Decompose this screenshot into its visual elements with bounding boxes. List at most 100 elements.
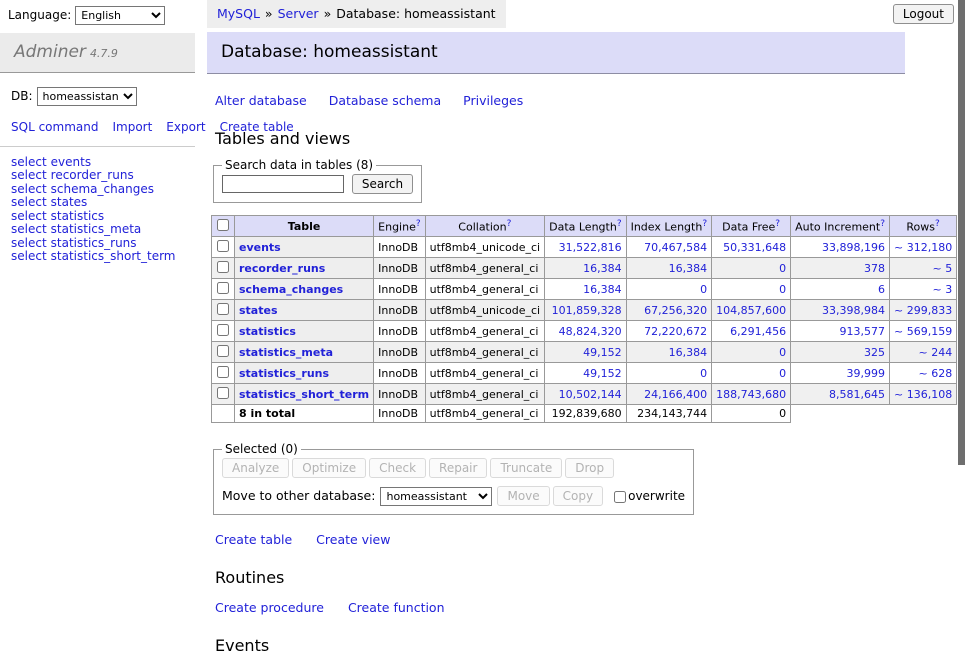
vertical-scrollbar[interactable] [957,0,966,543]
optimize-button[interactable]: Optimize [292,458,366,478]
alter-database-link[interactable]: Alter database [215,93,307,108]
truncate-button[interactable]: Truncate [490,458,562,478]
move-database-select[interactable]: homeassistant [380,487,492,506]
db-select[interactable]: homeassistant [37,87,137,106]
overwrite-checkbox[interactable] [614,491,626,503]
data-length-value[interactable]: 31,522,816 [559,241,622,254]
help-link[interactable]: ? [702,219,707,229]
select-link[interactable]: select [11,222,47,236]
data-length-value[interactable]: 16,384 [583,283,622,296]
auto-increment-value[interactable]: 8,581,645 [829,388,885,401]
database-schema-link[interactable]: Database schema [329,93,441,108]
create-procedure-link[interactable]: Create procedure [215,600,324,615]
help-link[interactable]: ? [617,219,622,229]
row-checkbox[interactable] [217,240,229,252]
table-link[interactable]: recorder_runs [239,262,325,275]
table-name-link[interactable]: recorder_runs [51,168,134,182]
help-link[interactable]: ? [507,219,512,229]
row-checkbox[interactable] [217,303,229,315]
index-length-value[interactable]: 0 [700,367,707,380]
table-link[interactable]: statistics_runs [239,367,329,380]
drop-button[interactable]: Drop [565,458,614,478]
data-length-value[interactable]: 16,384 [583,262,622,275]
data-length-value[interactable]: 49,152 [583,346,622,359]
index-length-value[interactable]: 24,166,400 [644,388,707,401]
help-link[interactable]: ? [775,219,780,229]
table-name-link[interactable]: schema_changes [51,182,154,196]
analyze-button[interactable]: Analyze [222,458,289,478]
rows-value[interactable]: ~ 299,833 [894,304,952,317]
row-checkbox[interactable] [217,366,229,378]
table-link[interactable]: schema_changes [239,283,343,296]
move-button[interactable]: Move [497,486,549,506]
data-length-value[interactable]: 10,502,144 [559,388,622,401]
select-link[interactable]: select [11,182,47,196]
rows-value[interactable]: ~ 244 [918,346,952,359]
select-all-checkbox[interactable] [217,219,229,231]
breadcrumb-server-link[interactable]: Server [278,6,319,21]
data-free-value[interactable]: 6,291,456 [730,325,786,338]
select-link[interactable]: select [11,249,47,263]
breadcrumb-driver-link[interactable]: MySQL [217,6,260,21]
data-length-value[interactable]: 48,824,320 [559,325,622,338]
help-link[interactable]: ? [935,219,940,229]
table-name-link[interactable]: statistics [51,209,105,223]
data-free-value[interactable]: 0 [779,346,786,359]
language-select[interactable]: English [75,6,165,25]
help-link[interactable]: ? [880,219,885,229]
create-table-link-main[interactable]: Create table [215,532,292,547]
scrollbar-thumb[interactable] [958,0,965,465]
search-input[interactable] [222,175,344,193]
select-link[interactable]: select [11,155,47,169]
select-link[interactable]: select [11,195,47,209]
rows-value[interactable]: ~ 312,180 [894,241,952,254]
table-link[interactable]: states [239,304,278,317]
rows-value[interactable]: ~ 136,108 [894,388,952,401]
data-free-value[interactable]: 0 [779,262,786,275]
row-checkbox[interactable] [217,387,229,399]
auto-increment-value[interactable]: 378 [864,262,885,275]
table-link[interactable]: statistics [239,325,296,338]
auto-increment-value[interactable]: 39,999 [847,367,886,380]
select-link[interactable]: select [11,209,47,223]
auto-increment-value[interactable]: 33,398,984 [822,304,885,317]
create-view-link[interactable]: Create view [316,532,390,547]
auto-increment-value[interactable]: 325 [864,346,885,359]
index-length-value[interactable]: 67,256,320 [644,304,707,317]
table-link[interactable]: statistics_meta [239,346,333,359]
row-checkbox[interactable] [217,324,229,336]
search-button[interactable]: Search [352,174,413,194]
data-free-value[interactable]: 0 [779,283,786,296]
repair-button[interactable]: Repair [429,458,487,478]
rows-value[interactable]: ~ 628 [918,367,952,380]
export-link[interactable]: Export [166,120,205,134]
table-link[interactable]: events [239,241,281,254]
create-function-link[interactable]: Create function [348,600,445,615]
data-free-value[interactable]: 104,857,600 [716,304,786,317]
auto-increment-value[interactable]: 913,577 [840,325,886,338]
auto-increment-value[interactable]: 6 [878,283,885,296]
row-checkbox[interactable] [217,345,229,357]
table-name-link[interactable]: statistics_short_term [51,249,176,263]
auto-increment-value[interactable]: 33,898,196 [822,241,885,254]
row-checkbox[interactable] [217,261,229,273]
select-link[interactable]: select [11,168,47,182]
copy-button[interactable]: Copy [553,486,603,506]
check-button[interactable]: Check [369,458,426,478]
rows-value[interactable]: ~ 5 [932,262,952,275]
row-checkbox[interactable] [217,282,229,294]
data-length-value[interactable]: 101,859,328 [552,304,622,317]
table-name-link[interactable]: statistics_runs [51,236,137,250]
index-length-value[interactable]: 70,467,584 [644,241,707,254]
rows-value[interactable]: ~ 3 [932,283,952,296]
index-length-value[interactable]: 16,384 [669,346,708,359]
data-free-value[interactable]: 0 [779,367,786,380]
data-free-value[interactable]: 50,331,648 [723,241,786,254]
data-length-value[interactable]: 49,152 [583,367,622,380]
index-length-value[interactable]: 16,384 [669,262,708,275]
index-length-value[interactable]: 72,220,672 [644,325,707,338]
table-name-link[interactable]: statistics_meta [51,222,142,236]
import-link[interactable]: Import [112,120,152,134]
data-free-value[interactable]: 188,743,680 [716,388,786,401]
table-name-link[interactable]: states [51,195,88,209]
